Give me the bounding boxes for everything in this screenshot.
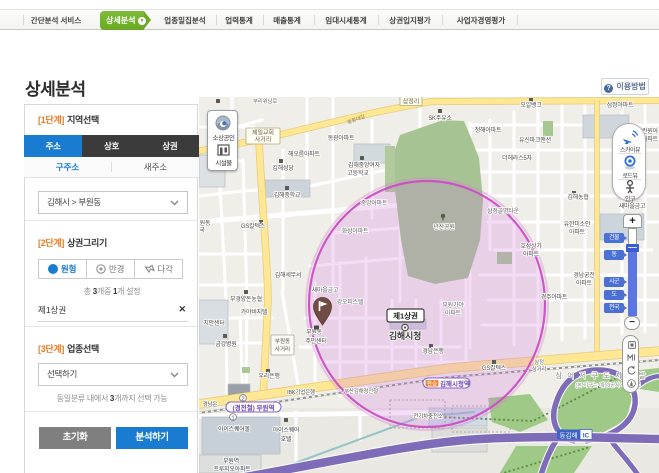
svg-text:사거리: 사거리 [255,136,272,144]
svg-text:호성상가: 호성상가 [520,242,542,250]
svg-text:환승: 환승 [427,380,437,388]
svg-text:부원역: 부원역 [223,457,239,465]
svg-text:경남은행: 경남은행 [422,347,443,355]
svg-text:김해농협: 김해농협 [567,193,588,201]
svg-text:국: 국 [199,227,205,234]
svg-text:삼정골명타운: 삼정골명타운 [487,207,520,215]
svg-text:제1상권: 제1상권 [393,311,418,321]
svg-text:프루지오아파트: 프루지오아파트 [213,465,251,473]
svg-text:제일교회: 제일교회 [252,129,274,137]
svg-text:IBK기업은행: IBK기업은행 [287,388,315,396]
svg-text:유신파크맨션: 유신파크맨션 [519,136,551,144]
svg-text:사거리: 사거리 [275,345,290,353]
svg-text:청해아파트: 청해아파트 [475,126,502,134]
svg-text:더헤라스5차: 더헤라스5차 [502,154,532,162]
svg-text:김해중앙여자: 김해중앙여자 [348,161,381,169]
svg-text:치안센터: 치안센터 [203,319,224,327]
svg-text:아이스퀘어: 아이스퀘어 [273,426,300,434]
svg-text:김해시청역: 김해시청역 [440,379,470,388]
svg-text:화성아파트: 화성아파트 [342,227,369,235]
svg-text:해오름아파트: 해오름아파트 [288,150,321,158]
svg-text:GS칼텍스: GS칼텍스 [482,364,507,372]
svg-text:경남궁전: 경남궁전 [573,271,594,279]
svg-text:삼정: 삼정 [534,358,544,366]
svg-text:새마을금고: 새마을금고 [619,202,646,210]
svg-text:김해시청: 김해시청 [389,330,421,341]
svg-text:원동: 원동 [200,219,211,227]
svg-text:삼정아파트: 삼정아파트 [607,101,634,109]
svg-text:김해중학교: 김해중학교 [274,191,301,199]
svg-text:SK주유소: SK주유소 [428,115,452,122]
svg-text:동김해: 동김해 [560,431,578,440]
svg-text:새마을금고: 새마을금고 [312,286,339,294]
svg-text:중앙아파트: 중앙아파트 [361,199,388,207]
svg-text:주민센터: 주민센터 [305,337,326,345]
svg-text:가야비지텔: 가야비지텔 [241,308,268,316]
svg-text:1: 1 [231,416,234,422]
svg-text:부원가야: 부원가야 [442,301,464,309]
svg-text:아이스퀘어몰: 아이스퀘어몰 [218,425,251,433]
svg-text:아파트: 아파트 [523,250,540,258]
svg-text:삼정리: 삼정리 [403,98,420,106]
svg-text:고등학교: 고등학교 [347,169,369,177]
svg-text:유한미소안: 유한미소안 [564,220,591,228]
svg-text:아파트: 아파트 [576,279,593,287]
svg-text:년산공원: 년산공원 [433,223,454,231]
svg-text:경주아파트: 경주아파트 [541,293,568,301]
svg-text:부리위남로: 부리위남로 [253,97,277,105]
svg-text:경남은: 경남은 [203,400,218,408]
svg-text:오일뱅크: 오일뱅크 [520,101,542,109]
svg-text:IC: IC [583,433,590,440]
svg-text:김해세무서: 김해세무서 [275,271,302,279]
svg-text:전기차충전소: 전기차충전소 [413,412,442,420]
svg-text:금강병원: 금강병원 [215,340,236,348]
svg-text:김해성당: 김해성당 [272,164,294,172]
svg-text:GS칼텍스: GS칼텍스 [241,222,266,230]
svg-text:강오피스텔: 강오피스텔 [337,298,364,306]
svg-text:(경전철) 부원역: (경전철) 부원역 [232,403,274,412]
svg-text:부산김해경전철: 부산김해경전철 [344,387,378,395]
svg-text:호텔: 호텔 [281,435,292,443]
svg-text:우리은행: 우리은행 [258,372,279,380]
svg-text:부경양돈농협: 부경양돈농협 [230,295,262,303]
svg-text:삼거리: 삼거리 [532,365,547,373]
svg-text:2: 2 [241,397,244,403]
svg-text:아파트: 아파트 [569,228,586,236]
svg-text:아파트: 아파트 [445,309,462,317]
svg-text:동광아파트: 동광아파트 [328,134,355,142]
svg-text:부원동: 부원동 [275,337,290,345]
